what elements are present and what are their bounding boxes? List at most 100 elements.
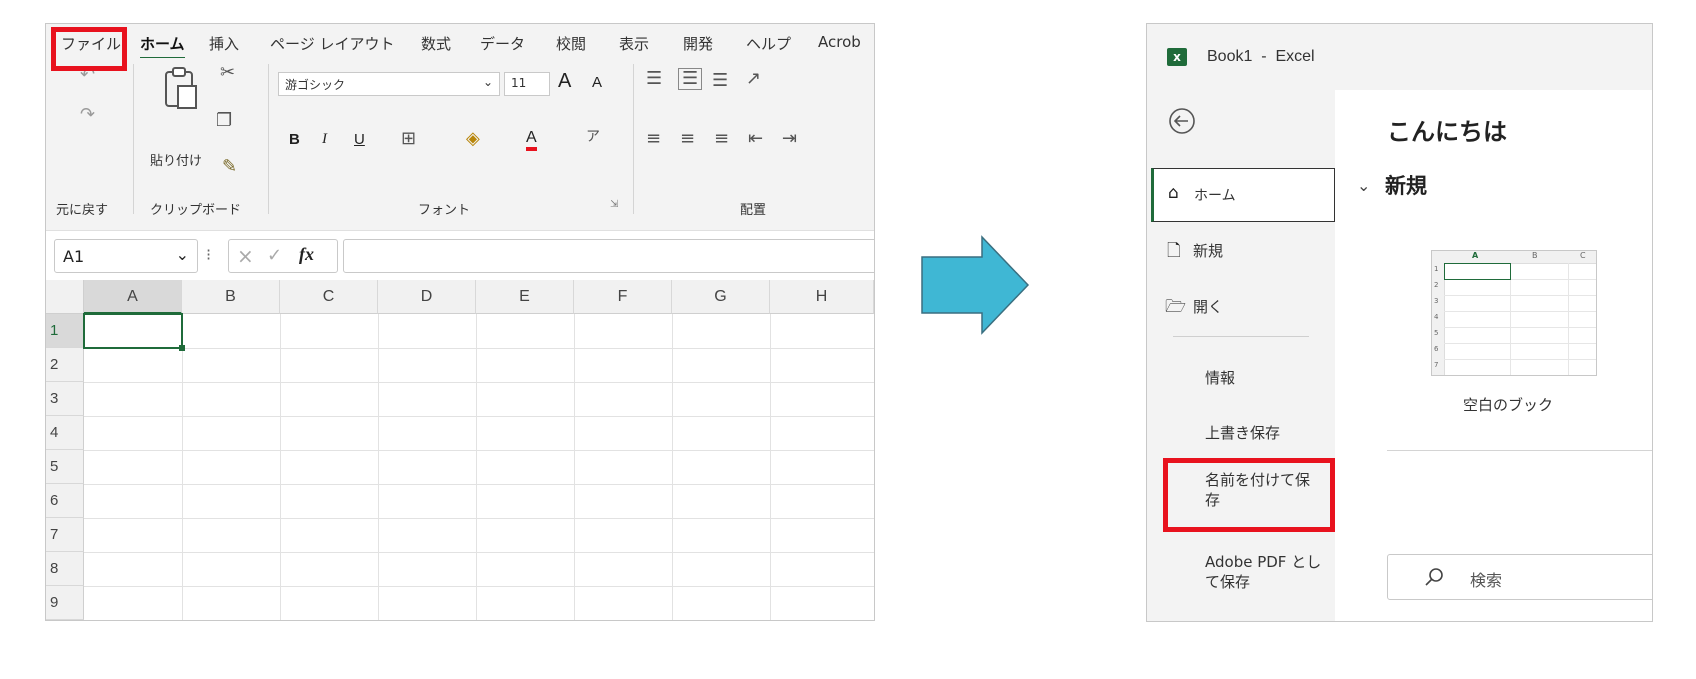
gridline [476,314,477,620]
row-header[interactable]: 2 [46,348,84,382]
new-file-icon: 🗋 [1167,241,1181,261]
align-right-icon[interactable]: ≡ [714,130,729,148]
row-header[interactable]: 9 [46,586,84,620]
format-painter-icon[interactable]: ✎ [222,158,237,176]
tab-developer[interactable]: 開発 [683,33,713,54]
bold-button[interactable]: B [289,131,300,148]
dialog-launcher-icon[interactable]: ⇲ [610,199,618,210]
align-top-icon[interactable]: ☰ [646,70,662,88]
tab-page-layout[interactable]: ページ レイアウト [270,33,394,54]
name-box[interactable]: A1 ⌄ [54,239,198,273]
column-header[interactable]: E [476,280,574,314]
fill-color-icon[interactable]: ◈ [466,130,480,148]
grow-font-button[interactable]: A [558,70,571,93]
nav-item-open[interactable]: 🗁 開く [1151,286,1335,326]
paste-icon[interactable] [158,66,200,112]
gridline [84,416,874,417]
redo-icon[interactable]: ↷ [80,106,95,124]
underline-button[interactable]: U [354,131,365,148]
nav-item-save-as-pdf[interactable]: Adobe PDF とし て保存 [1205,552,1329,592]
chevron-down-icon[interactable]: ⌄ [1357,176,1370,195]
more-options-icon[interactable]: ⁝ [206,245,211,264]
row-header[interactable]: 6 [46,484,84,518]
thumb-row-label: 7 [1434,361,1439,369]
fill-handle[interactable] [179,345,185,351]
column-header[interactable]: D [378,280,476,314]
gridline [280,314,281,620]
thumb-row-label: 2 [1434,281,1439,289]
tab-home[interactable]: ホーム [140,33,185,60]
thumb-row-label: 4 [1434,313,1439,321]
search-box[interactable]: 検索 [1387,554,1652,600]
insert-function-button[interactable]: fx [299,244,314,265]
blank-workbook-label[interactable]: 空白のブック [1463,394,1553,415]
formula-buttons: × ✓ fx [228,239,338,273]
tab-help[interactable]: ヘルプ [746,33,791,54]
active-cell-a1[interactable] [83,313,183,349]
window-title: Book1 - Excel [1207,48,1315,65]
gridline [84,518,874,519]
phonetic-icon[interactable]: ア [586,130,600,144]
column-header[interactable]: G [672,280,770,314]
font-color-button[interactable]: A [526,129,537,151]
column-header[interactable]: H [770,280,874,314]
align-middle-icon[interactable]: ☰ [678,68,703,90]
align-center-icon[interactable]: ≡ [680,130,695,148]
tab-insert[interactable]: 挿入 [209,33,239,54]
align-left-icon[interactable]: ≡ [646,130,661,148]
font-size-dropdown[interactable]: 11 [504,72,550,96]
tab-review[interactable]: 校閲 [556,33,586,54]
enter-icon[interactable]: ✓ [267,245,282,266]
select-all-corner[interactable] [46,280,84,314]
row-header[interactable]: 1 [46,314,84,348]
row-header[interactable]: 4 [46,416,84,450]
tab-formulas[interactable]: 数式 [421,33,451,54]
row-header[interactable]: 3 [46,382,84,416]
chevron-down-icon: ⌄ [175,245,189,264]
cut-icon[interactable]: ✂ [220,64,235,82]
nav-item-new-label: 新規 [1193,242,1224,260]
decrease-indent-icon[interactable]: ⇤ [748,130,763,148]
column-header[interactable]: F [574,280,672,314]
increase-indent-icon[interactable]: ⇥ [782,130,797,148]
paste-button-label[interactable]: 貼り付け [150,150,202,169]
nav-item-info[interactable]: 情報 [1205,367,1235,388]
font-name-dropdown[interactable]: 游ゴシック ⌄ [278,72,500,96]
column-header[interactable]: A [84,280,182,314]
row-header[interactable]: 8 [46,552,84,586]
gridline [182,314,183,620]
column-header[interactable]: B [182,280,280,314]
nav-item-new[interactable]: 🗋 新規 [1151,230,1335,270]
ribbon: ↶ ↷ 元に戻す 貼り付け ✂ ❐ ✎ クリップボード 游ゴシック ⌄ 11 A… [46,58,874,230]
orientation-icon[interactable]: ↗ [746,70,761,88]
backstage-window: x Book1 - Excel ⌂ ホーム 🗋 新規 🗁 開く 情報 上書き保存… [1146,23,1653,622]
blank-workbook-thumbnail[interactable]: A B C 1 2 3 4 5 6 7 [1431,250,1597,376]
group-divider [133,64,134,214]
copy-icon[interactable]: ❐ [216,112,232,130]
borders-icon[interactable]: ⊞ [401,130,416,148]
backstage-nav: ⌂ ホーム 🗋 新規 🗁 開く 情報 上書き保存 名前を付けて保 存 Adobe… [1147,90,1336,621]
formula-input[interactable] [343,239,874,273]
group-label-undo: 元に戻す [56,203,109,218]
backstage-home-pane: こんにちは ⌄ 新規 A B C 1 2 3 4 5 6 7 空白のブック 検索 [1335,90,1652,621]
gridline [84,484,874,485]
arrow-right-icon [921,235,1030,335]
nav-item-open-label: 開く [1193,298,1224,316]
tab-view[interactable]: 表示 [619,33,649,54]
back-icon[interactable] [1167,106,1197,136]
row-header[interactable]: 7 [46,518,84,552]
thumb-col-label: B [1532,251,1538,260]
nav-item-home[interactable]: ⌂ ホーム [1151,168,1335,222]
search-placeholder: 検索 [1470,571,1503,590]
tab-data[interactable]: データ [480,33,525,54]
nav-item-save[interactable]: 上書き保存 [1205,422,1280,443]
row-header[interactable]: 5 [46,450,84,484]
name-box-value: A1 [63,247,85,266]
align-bottom-icon[interactable]: ☰ [712,72,728,90]
italic-button[interactable]: I [322,131,327,148]
cancel-icon[interactable]: × [237,244,254,268]
column-header[interactable]: C [280,280,378,314]
search-icon [1425,568,1443,586]
tab-acrobat[interactable]: Acrob [818,33,861,51]
shrink-font-button[interactable]: A [592,74,602,91]
